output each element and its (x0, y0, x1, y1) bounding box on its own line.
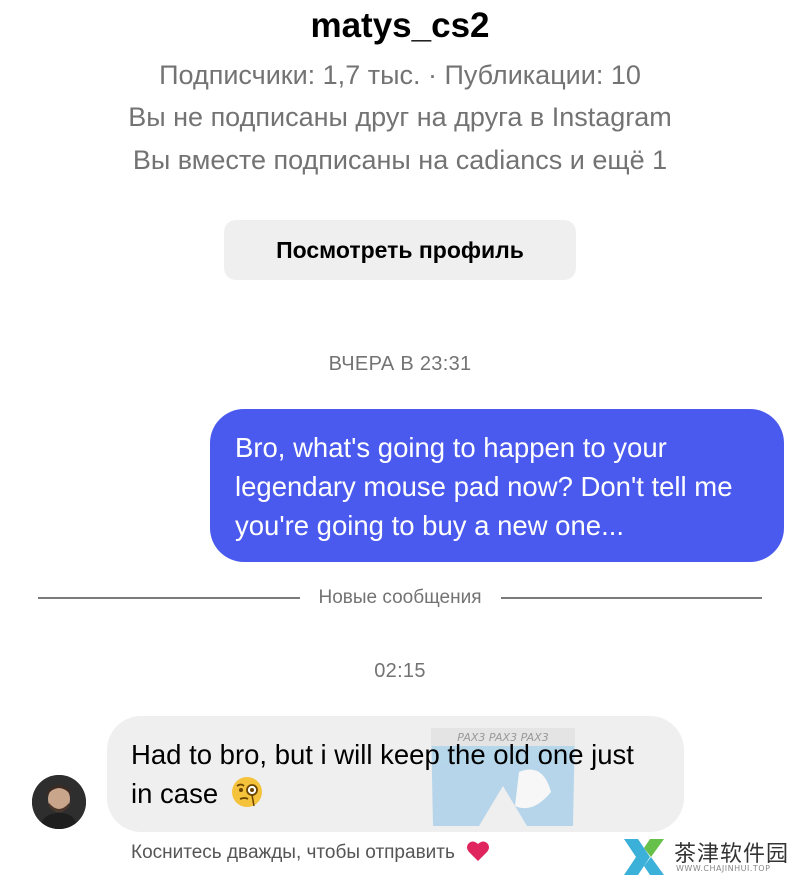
incoming-message-text: Had to bro, but i will keep the old one … (131, 739, 634, 809)
mutual-followers[interactable]: Вы вместе подписаны на cadiancs и ещё 1 (0, 145, 800, 176)
watermark-url: WWW.CHAJINHUI.TOP (676, 864, 771, 873)
follow-status: Вы не подписаны друг на друга в Instagra… (128, 102, 672, 132)
divider-line-left (38, 597, 300, 599)
face-with-monocle-icon (231, 777, 262, 807)
incoming-message-content: Had to bro, but i will keep the old one … (131, 735, 660, 813)
double-tap-hint: Коснитесь дважды, чтобы отправить (131, 840, 490, 864)
outgoing-message-bubble[interactable]: Bro, what's going to happen to your lege… (210, 409, 784, 562)
message-timestamp: 02:15 (374, 660, 426, 682)
incoming-message-bubble[interactable]: PAX3 PAX3 PAX3 Had to bro, but i will ke… (107, 716, 684, 832)
profile-username: matys_cs2 (310, 6, 490, 45)
new-messages-label: Новые сообщения (318, 587, 482, 608)
heart-icon[interactable] (466, 840, 490, 862)
dm-thread-screen: matys_cs2 Подписчики: 1,7 тыс. · Публика… (0, 0, 800, 882)
outgoing-message-text: Bro, what's going to happen to your lege… (235, 432, 733, 541)
message-timestamp: ВЧЕРА В 23:31 (328, 353, 472, 375)
watermark-logo-icon (624, 839, 664, 875)
view-profile-button[interactable]: Посмотреть профиль (224, 220, 576, 280)
new-messages-divider: Новые сообщения (38, 585, 762, 611)
sender-avatar[interactable] (32, 775, 86, 829)
divider-line-right (500, 597, 762, 599)
profile-stats: Подписчики: 1,7 тыс. · Публикации: 10 (159, 60, 641, 90)
double-tap-hint-label: Коснитесь дважды, чтобы отправить (131, 842, 455, 863)
watermark: 茶津软件园 WWW.CHAJINHUI.TOP (618, 833, 798, 881)
